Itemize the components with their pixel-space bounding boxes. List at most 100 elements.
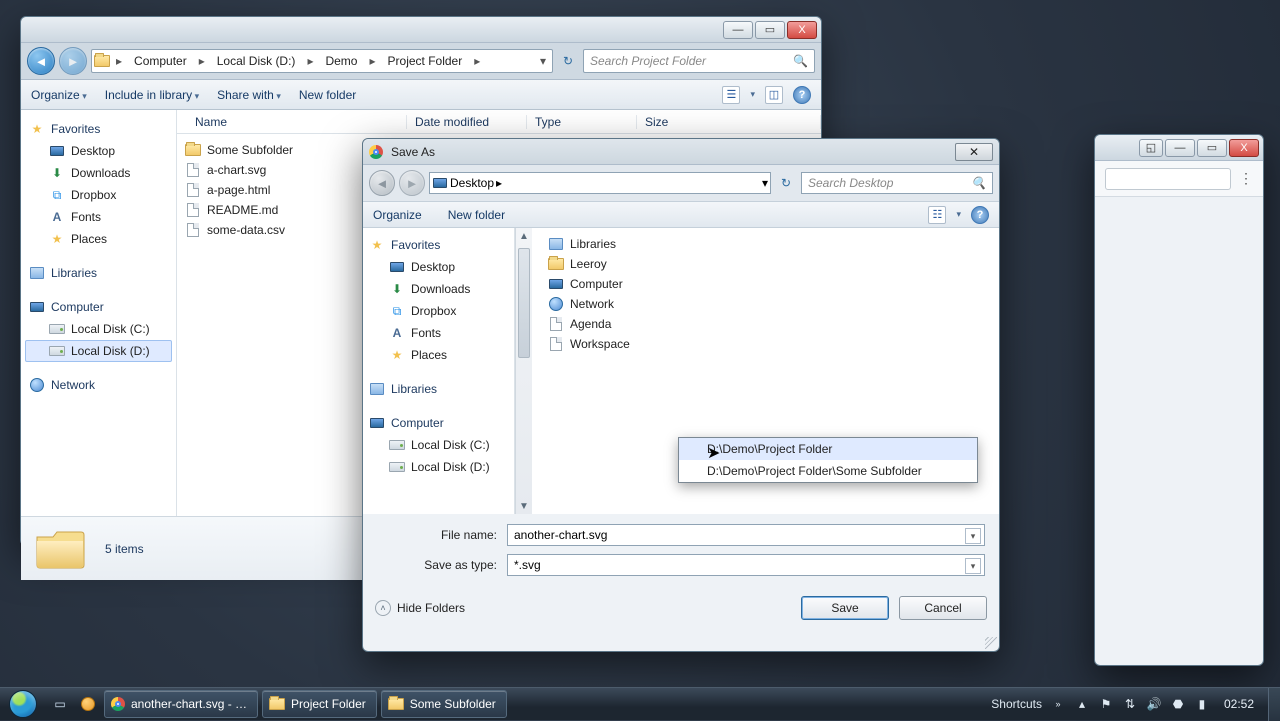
list-item[interactable]: Leeroy xyxy=(540,254,991,274)
show-desktop-button[interactable] xyxy=(1268,688,1280,721)
system-tray[interactable]: Shortcuts » ▴ ⚑ ⇅ 🔊 ⬣ ▮ 02:52 xyxy=(983,696,1268,712)
taskbar[interactable]: ▭ another-chart.svg - … Project Folder S… xyxy=(0,687,1280,720)
close-button[interactable]: X xyxy=(787,21,817,39)
search-input[interactable]: Search Desktop 🔍 xyxy=(801,172,993,194)
forward-button[interactable]: ► xyxy=(59,47,87,75)
suggestion-item[interactable]: D:\Demo\Project Folder xyxy=(679,438,977,460)
media-player-quick[interactable] xyxy=(74,690,102,718)
column-headers[interactable]: Name Date modified Type Size xyxy=(177,110,821,134)
breadcrumb-segment[interactable]: Desktop xyxy=(450,176,494,190)
computer-header[interactable]: Computer xyxy=(365,412,512,434)
sidebar-item-fonts[interactable]: AFonts xyxy=(365,322,512,344)
tray-chevron-icon[interactable]: » xyxy=(1050,696,1066,712)
filename-dropdown[interactable]: ▾ xyxy=(965,528,981,544)
preview-pane-button[interactable]: ◫ xyxy=(765,86,783,104)
sidebar-item-downloads[interactable]: ⬇Downloads xyxy=(25,162,172,184)
scroll-down-button[interactable]: ▼ xyxy=(516,498,532,514)
favorites-header[interactable]: ★Favorites xyxy=(25,118,172,140)
breadcrumb-segment[interactable]: Computer xyxy=(128,54,193,68)
scroll-thumb[interactable] xyxy=(518,248,530,358)
show-desktop-quick[interactable]: ▭ xyxy=(46,690,74,718)
address-bar[interactable]: Desktop ▸ ▾ xyxy=(429,172,771,194)
scroll-up-button[interactable]: ▲ xyxy=(516,228,532,244)
network-header[interactable]: Network xyxy=(25,374,172,396)
forward-button[interactable]: ► xyxy=(399,170,425,196)
save-as-titlebar[interactable]: Save As ✕ xyxy=(363,139,999,165)
libraries-header[interactable]: Libraries xyxy=(25,262,172,284)
refresh-button[interactable]: ↻ xyxy=(557,50,579,72)
sidebar-item-desktop[interactable]: Desktop xyxy=(365,256,512,278)
column-name[interactable]: Name xyxy=(177,115,407,129)
bluetooth-icon[interactable]: ⬣ xyxy=(1170,696,1186,712)
sidebar-item-drive-c[interactable]: Local Disk (C:) xyxy=(365,434,512,456)
include-in-library-menu[interactable]: Include in library xyxy=(105,88,199,102)
address-bar[interactable]: ▸ Computer▸ Local Disk (D:)▸ Demo▸ Proje… xyxy=(91,49,553,73)
task-item-chrome[interactable]: another-chart.svg - … xyxy=(104,690,258,718)
filename-input[interactable]: another-chart.svg ▾ xyxy=(507,524,985,546)
tray-overflow-icon[interactable]: ▴ xyxy=(1074,696,1090,712)
sidebar-item-dropbox[interactable]: ⧉Dropbox xyxy=(25,184,172,206)
sidebar-item-places[interactable]: ★Places xyxy=(25,228,172,250)
sidebar-item-fonts[interactable]: AFonts xyxy=(25,206,172,228)
volume-icon[interactable]: 🔊 xyxy=(1146,696,1162,712)
favorites-header[interactable]: ★Favorites xyxy=(365,234,512,256)
help-button[interactable]: ? xyxy=(793,86,811,104)
new-folder-button[interactable]: New folder xyxy=(299,88,356,102)
type-dropdown[interactable]: ▾ xyxy=(965,558,981,574)
hide-folders-toggle[interactable]: ˄ Hide Folders xyxy=(375,600,465,616)
close-button[interactable]: X xyxy=(1229,139,1259,157)
back-button[interactable]: ◄ xyxy=(27,47,55,75)
sidebar-item-drive-d[interactable]: Local Disk (D:) xyxy=(25,340,172,362)
minimize-button[interactable]: — xyxy=(1165,139,1195,157)
suggestion-item[interactable]: D:\Demo\Project Folder\Some Subfolder xyxy=(679,460,977,482)
task-item-explorer[interactable]: Some Subfolder xyxy=(381,690,507,718)
save-as-nav-pane[interactable]: ★Favorites Desktop ⬇Downloads ⧉Dropbox A… xyxy=(363,228,515,514)
minimize-button[interactable]: — xyxy=(723,21,753,39)
network-tray-icon[interactable]: ⇅ xyxy=(1122,696,1138,712)
action-center-icon[interactable]: ⚑ xyxy=(1098,696,1114,712)
list-item[interactable]: Computer xyxy=(540,274,991,294)
column-size[interactable]: Size xyxy=(637,115,821,129)
sidebar-item-downloads[interactable]: ⬇Downloads xyxy=(365,278,512,300)
clock[interactable]: 02:52 xyxy=(1218,697,1260,711)
back-button[interactable]: ◄ xyxy=(369,170,395,196)
save-as-type-select[interactable]: *.svg ▾ xyxy=(507,554,985,576)
subfolder-titlebar[interactable]: ◱ — ▭ X xyxy=(1095,135,1263,161)
explorer-nav-pane[interactable]: ★Favorites Desktop ⬇Downloads ⧉Dropbox A… xyxy=(21,110,177,516)
list-item[interactable]: Network xyxy=(540,294,991,314)
organize-menu[interactable]: Organize xyxy=(31,88,87,102)
new-folder-button[interactable]: New folder xyxy=(448,208,505,222)
search-input[interactable]: Search Project Folder 🔍 xyxy=(583,49,815,73)
breadcrumb-dropdown[interactable]: ▾ xyxy=(536,54,550,68)
breadcrumb-segment[interactable]: Local Disk (D:) xyxy=(211,54,302,68)
view-options-button[interactable]: ☷ xyxy=(928,206,946,224)
refresh-button[interactable]: ↻ xyxy=(775,172,797,194)
breadcrumb-dropdown[interactable]: ▾ xyxy=(762,176,768,190)
resize-grip[interactable] xyxy=(985,637,997,649)
column-date[interactable]: Date modified xyxy=(407,115,527,129)
help-button[interactable]: ? xyxy=(971,206,989,224)
explorer-titlebar[interactable]: — ▭ X xyxy=(21,17,821,43)
breadcrumb-segment[interactable]: Demo xyxy=(319,54,363,68)
restore-down-button[interactable]: ◱ xyxy=(1139,139,1163,157)
column-type[interactable]: Type xyxy=(527,115,637,129)
sidebar-item-drive-d[interactable]: Local Disk (D:) xyxy=(365,456,512,478)
cancel-button[interactable]: Cancel xyxy=(899,596,987,620)
start-button[interactable] xyxy=(0,688,46,721)
maximize-button[interactable]: ▭ xyxy=(1197,139,1227,157)
task-item-explorer[interactable]: Project Folder xyxy=(262,690,377,718)
sidebar-item-dropbox[interactable]: ⧉Dropbox xyxy=(365,300,512,322)
list-item[interactable]: Libraries xyxy=(540,234,991,254)
maximize-button[interactable]: ▭ xyxy=(755,21,785,39)
list-item[interactable]: Agenda xyxy=(540,314,991,334)
nav-pane-scrollbar[interactable]: ▲ ▼ xyxy=(515,228,532,514)
computer-header[interactable]: Computer xyxy=(25,296,172,318)
view-options-button[interactable]: ☰ xyxy=(722,86,740,104)
sidebar-item-drive-c[interactable]: Local Disk (C:) xyxy=(25,318,172,340)
organize-menu[interactable]: Organize xyxy=(373,208,422,222)
shortcuts-toolbar[interactable]: Shortcuts xyxy=(991,697,1042,711)
battery-icon[interactable]: ▮ xyxy=(1194,696,1210,712)
breadcrumb-segment[interactable]: Project Folder xyxy=(382,54,469,68)
libraries-header[interactable]: Libraries xyxy=(365,378,512,400)
sidebar-item-places[interactable]: ★Places xyxy=(365,344,512,366)
